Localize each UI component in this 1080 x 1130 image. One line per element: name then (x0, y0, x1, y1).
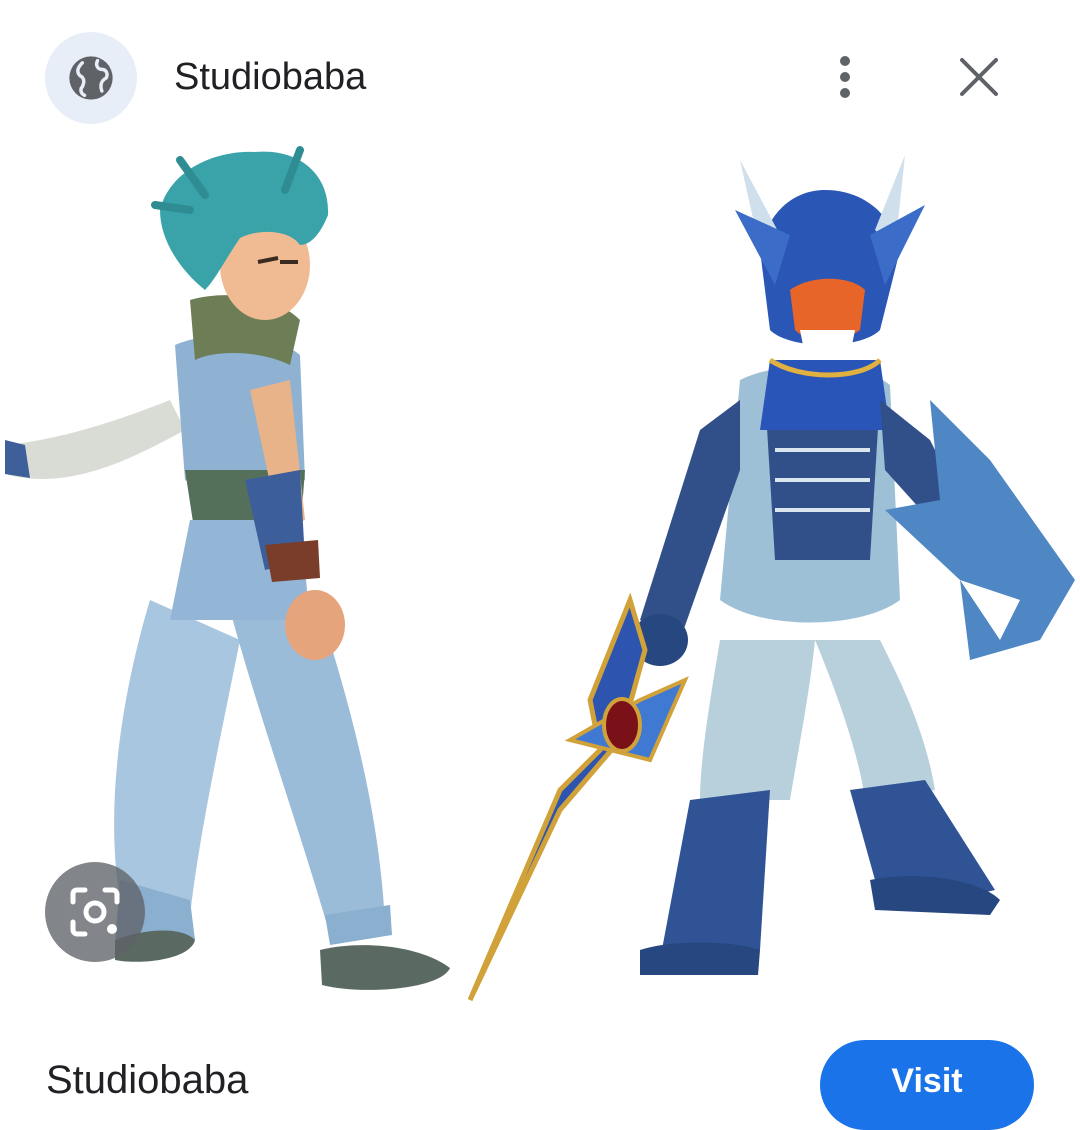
close-button[interactable] (948, 46, 1010, 108)
lens-search-icon (70, 887, 120, 937)
source-header: Studiobaba (0, 0, 1080, 150)
warrior-character (467, 155, 1075, 1002)
globe-icon (69, 56, 113, 100)
visit-button[interactable]: Visit (820, 1040, 1034, 1130)
site-name[interactable]: Studiobaba (174, 56, 366, 99)
lens-search-button[interactable] (45, 862, 145, 962)
more-options-button[interactable] (815, 44, 875, 110)
preview-image[interactable] (0, 140, 1080, 1020)
image-caption[interactable]: Studiobaba (46, 1058, 248, 1103)
more-vert-icon (840, 56, 850, 98)
site-favicon (45, 32, 137, 124)
close-icon (960, 58, 998, 96)
boy-character (5, 146, 450, 990)
